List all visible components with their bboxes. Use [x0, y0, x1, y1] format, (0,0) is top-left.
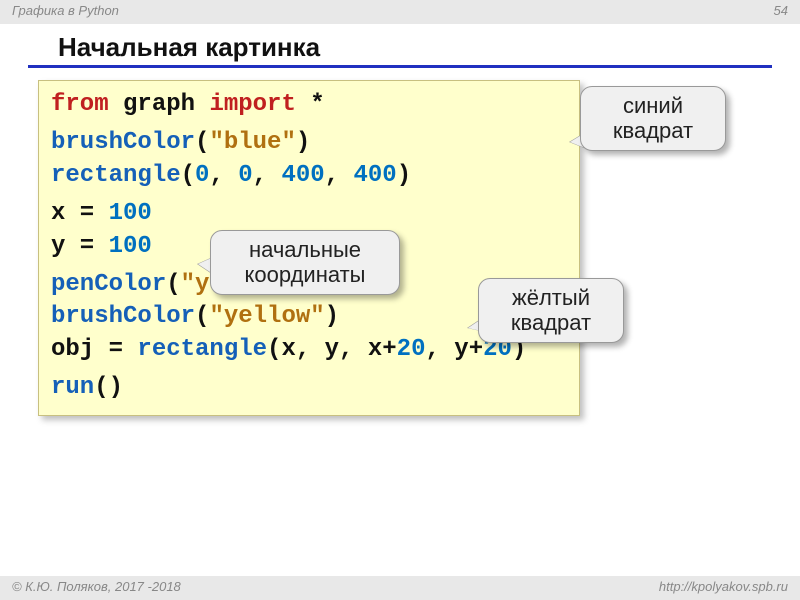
callout-initial-coords: начальные координаты — [210, 230, 400, 295]
code-line: from graph import * — [51, 89, 567, 121]
callout-yellow-square: жёлтый квадрат — [478, 278, 624, 343]
header-left: Графика в Python — [12, 3, 119, 24]
slide-title: Начальная картинка — [28, 24, 772, 68]
code-line: rectangle(0, 0, 400, 400) — [51, 160, 567, 192]
code-line: x = 100 — [51, 198, 567, 230]
callout-blue-square: синий квадрат — [580, 86, 726, 151]
code-line: brushColor("blue") — [51, 127, 567, 159]
footer-copyright: © К.Ю. Поляков, 2017 -2018 — [12, 579, 181, 600]
page-number: 54 — [774, 3, 788, 24]
slide-header: Графика в Python 54 — [0, 0, 800, 24]
code-line: run() — [51, 372, 567, 404]
slide-footer: © К.Ю. Поляков, 2017 -2018 http://kpolya… — [0, 576, 800, 600]
footer-url: http://kpolyakov.spb.ru — [659, 579, 788, 600]
